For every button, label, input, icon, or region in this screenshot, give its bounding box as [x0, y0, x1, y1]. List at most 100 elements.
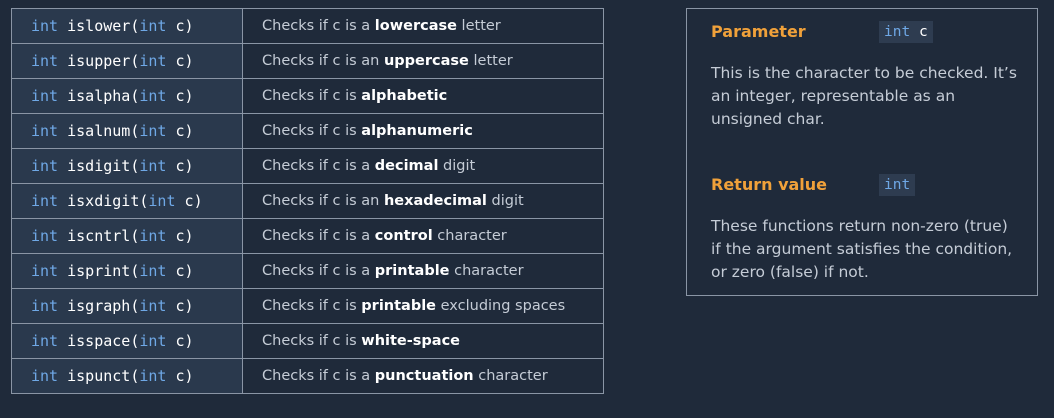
return-type: int — [31, 297, 59, 315]
description-prefix: Checks if c is an — [262, 53, 384, 69]
function-name: isspace — [67, 332, 131, 350]
param-type: int — [139, 262, 167, 280]
return-type: int — [31, 122, 59, 140]
description-suffix: digit — [438, 158, 476, 174]
function-name: ispunct — [67, 367, 131, 385]
function-name: isupper — [67, 52, 131, 70]
function-signature: int isspace(int c) — [11, 323, 243, 359]
function-row-isgraph: int isgraph(int c) Checks if c is printab… — [11, 288, 604, 324]
param-name: c — [175, 122, 185, 140]
parameter-chip-type: int — [884, 24, 911, 40]
param-name: c — [184, 192, 194, 210]
parameter-description: This is the character to be checked. It’… — [711, 64, 1017, 128]
param-type: int — [139, 332, 167, 350]
param-name: c — [175, 262, 185, 280]
function-row-iscntrl: int iscntrl(int c) Checks if c is a contr… — [11, 218, 604, 254]
parameter-heading: Parameter — [711, 22, 806, 41]
function-signature: int ispunct(int c) — [11, 358, 243, 394]
description-prefix: Checks if c is — [262, 123, 362, 139]
description-prefix: Checks if c is a — [262, 263, 375, 279]
info-panel: Parameter int c This is the character to… — [686, 8, 1038, 296]
param-type: int — [139, 367, 167, 385]
return-type: int — [31, 157, 59, 175]
return-type: int — [31, 192, 59, 210]
param-type: int — [139, 227, 167, 245]
description-prefix: Checks if c is a — [262, 158, 375, 174]
param-type: int — [139, 87, 167, 105]
function-name: isalpha — [67, 87, 131, 105]
function-row-ispunct: int ispunct(int c) Checks if c is a punct… — [11, 358, 604, 394]
function-signature: int islower(int c) — [11, 8, 243, 44]
description-highlight: alphabetic — [361, 88, 448, 104]
function-description: Checks if c is an uppercase letter — [242, 43, 604, 79]
return-type: int — [31, 87, 59, 105]
param-type: int — [139, 297, 167, 315]
return-type: int — [31, 367, 59, 385]
function-row-isdigit: int isdigit(int c) Checks if c is a decim… — [11, 148, 604, 184]
function-name: isgraph — [67, 297, 131, 315]
param-type: int — [139, 17, 167, 35]
function-row-isprint: int isprint(int c) Checks if c is a print… — [11, 253, 604, 289]
parameter-chip-name: c — [918, 24, 928, 40]
description-highlight: lowercase — [374, 18, 457, 34]
param-name: c — [175, 227, 185, 245]
return-type: int — [31, 262, 59, 280]
function-signature: int isdigit(int c) — [11, 148, 243, 184]
param-type: int — [139, 52, 167, 70]
return-type: int — [31, 332, 59, 350]
page: int islower(int c) Checks if c is a lower… — [0, 0, 1054, 418]
function-signature: int isgraph(int c) — [11, 288, 243, 324]
description-prefix: Checks if c is — [262, 298, 362, 314]
description-prefix: Checks if c is a — [262, 368, 375, 384]
function-signature: int isxdigit(int c) — [11, 183, 243, 219]
description-prefix: Checks if c is — [262, 333, 362, 349]
function-signature: int iscntrl(int c) — [11, 218, 243, 254]
function-description: Checks if c is an hexadecimal digit — [242, 183, 604, 219]
description-suffix: character — [473, 368, 548, 384]
description-highlight: printable — [374, 263, 450, 279]
description-highlight: hexadecimal — [383, 193, 487, 209]
function-row-isupper: int isupper(int c) Checks if c is an uppe… — [11, 43, 604, 79]
description-prefix: Checks if c is — [262, 88, 362, 104]
description-suffix: character — [432, 228, 507, 244]
description-suffix: letter — [468, 53, 513, 69]
return-type: int — [31, 17, 59, 35]
function-name: isxdigit — [67, 192, 140, 210]
description-prefix: Checks if c is a — [262, 228, 375, 244]
description-prefix: Checks if c is an — [262, 193, 384, 209]
function-name: isprint — [67, 262, 131, 280]
function-table-body: int islower(int c) Checks if c is a lower… — [11, 8, 604, 394]
description-suffix: excluding spaces — [436, 298, 566, 314]
function-row-isxdigit: int isxdigit(int c) Checks if c is an hex… — [11, 183, 604, 219]
function-signature: int isalpha(int c) — [11, 78, 243, 114]
param-name: c — [175, 17, 185, 35]
return-value-description: These functions return non-zero (true) i… — [711, 217, 1013, 281]
description-highlight: printable — [361, 298, 437, 314]
function-name: islower — [67, 17, 131, 35]
description-suffix: digit — [486, 193, 524, 209]
function-signature: int isprint(int c) — [11, 253, 243, 289]
description-highlight: punctuation — [374, 368, 474, 384]
parameter-type-chip: int c — [879, 21, 933, 43]
return-type: int — [31, 227, 59, 245]
function-description: Checks if c is a control character — [242, 218, 604, 254]
return-chip-type: int — [884, 177, 911, 193]
return-type: int — [31, 52, 59, 70]
function-description: Checks if c is alphabetic — [242, 78, 604, 114]
function-description: Checks if c is a decimal digit — [242, 148, 604, 184]
function-signature: int isalnum(int c) — [11, 113, 243, 149]
param-type: int — [148, 192, 176, 210]
description-highlight: uppercase — [383, 53, 469, 69]
param-name: c — [175, 332, 185, 350]
function-signature: int isupper(int c) — [11, 43, 243, 79]
param-name: c — [175, 297, 185, 315]
param-type: int — [139, 122, 167, 140]
param-name: c — [175, 367, 185, 385]
description-highlight: control — [374, 228, 433, 244]
function-table: int islower(int c) Checks if c is a lower… — [11, 8, 604, 394]
function-description: Checks if c is a lowercase letter — [242, 8, 604, 44]
function-row-isspace: int isspace(int c) Checks if c is white-s… — [11, 323, 604, 359]
function-name: isalnum — [67, 122, 131, 140]
param-name: c — [175, 157, 185, 175]
description-prefix: Checks if c is a — [262, 18, 375, 34]
